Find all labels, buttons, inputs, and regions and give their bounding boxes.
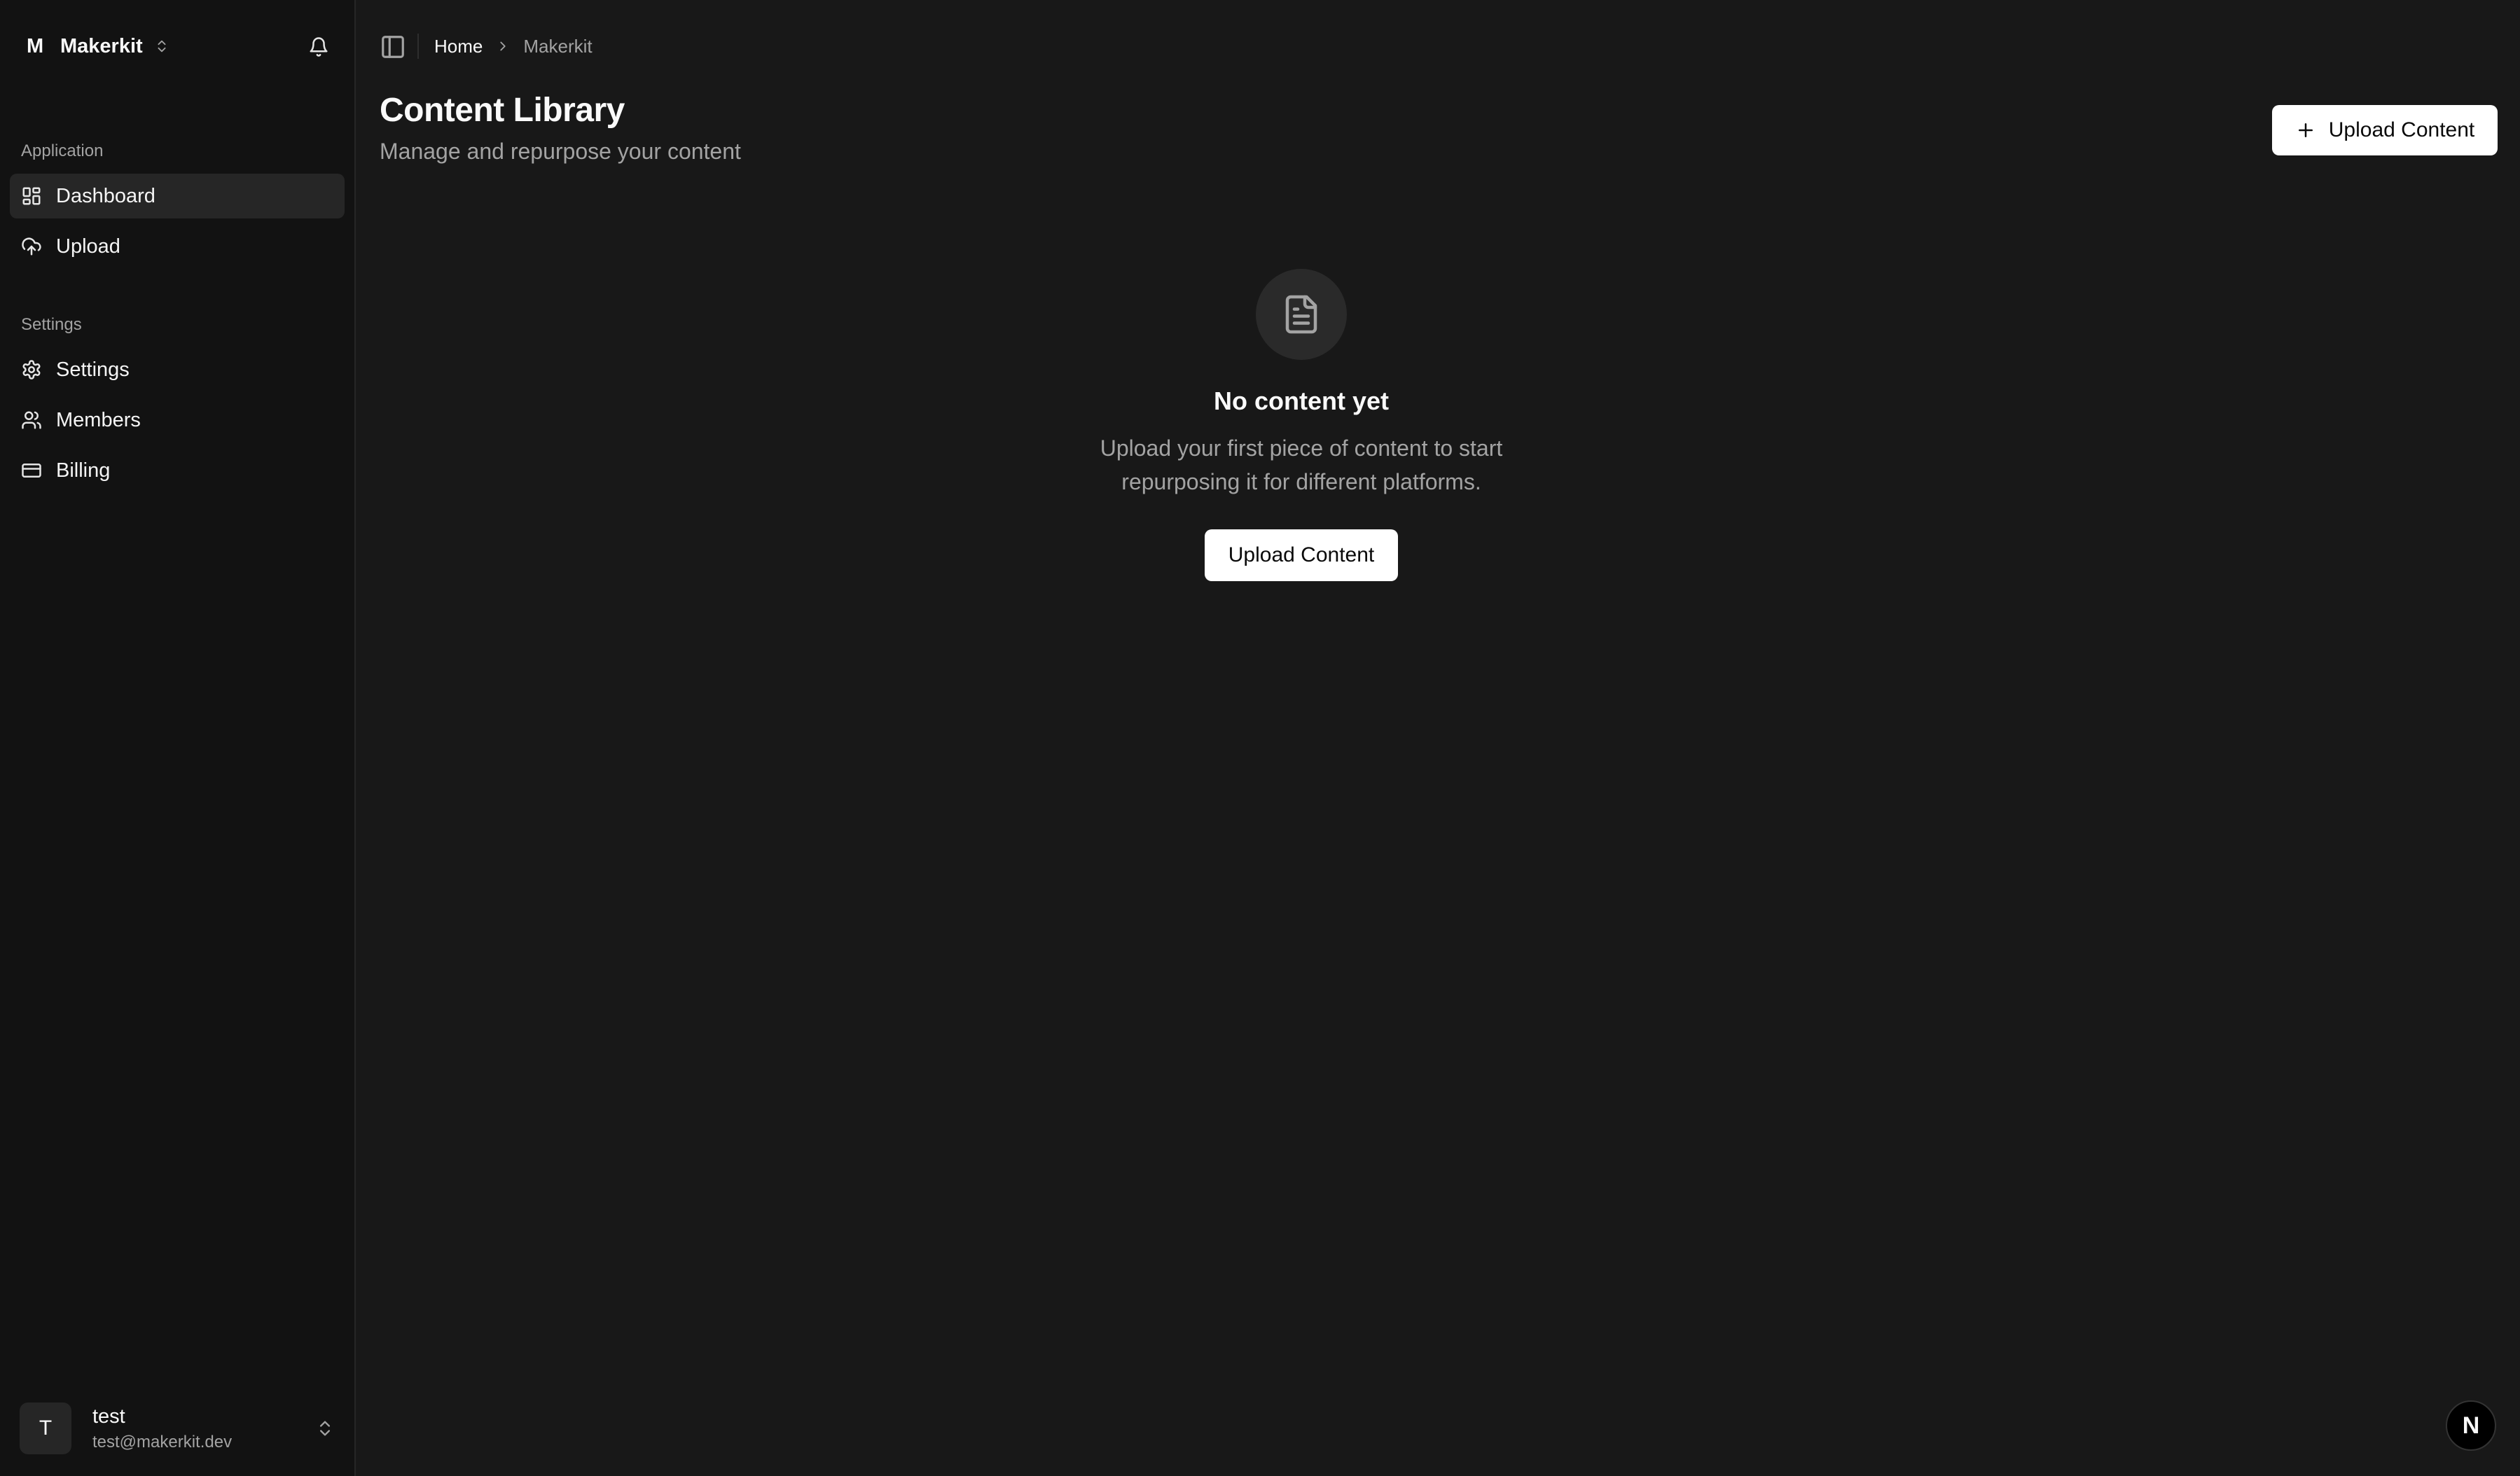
upload-content-button[interactable]: Upload Content: [2272, 105, 2498, 155]
file-text-icon: [1285, 295, 1317, 334]
notifications-button[interactable]: [304, 32, 333, 62]
chevrons-up-down-icon: [158, 40, 166, 53]
bell-icon: [310, 37, 328, 57]
sidebar-toggle-icon[interactable]: [380, 34, 406, 60]
sidebar-item-label: Upload: [56, 235, 120, 258]
upload-content-label: Upload Content: [2328, 118, 2475, 141]
sidebar-item-label: Members: [56, 408, 141, 431]
divider: [417, 34, 419, 59]
breadcrumb: Home Makerkit: [434, 32, 593, 60]
sidebar: M Makerkit Application Dashboard Upload …: [0, 0, 356, 1476]
sidebar-item-label: Settings: [56, 358, 130, 381]
empty-state: No content yet Upload your first piece o…: [986, 269, 1616, 581]
chevron-right-icon: [500, 41, 506, 51]
breadcrumb-current: Makerkit: [523, 35, 593, 57]
sidebar-item-label: Billing: [56, 459, 111, 482]
app-root: M Makerkit Application Dashboard Upload …: [0, 0, 2520, 1476]
sidebar-item-billing[interactable]: Billing: [10, 448, 345, 493]
page-title: Content Library: [380, 92, 625, 129]
empty-state-description: Upload your first piece of content to st…: [1100, 436, 1503, 494]
team-logo: M: [27, 34, 44, 57]
sidebar-item-dashboard[interactable]: Dashboard: [10, 174, 345, 218]
sidebar-item-members[interactable]: Members: [10, 398, 345, 443]
chevrons-up-down-icon: [320, 1421, 330, 1436]
empty-state-upload-button[interactable]: Upload Content: [1205, 529, 1398, 581]
team-name: Makerkit: [60, 34, 143, 57]
group-label-application: Application: [21, 141, 104, 160]
group-label-settings: Settings: [21, 315, 82, 334]
user-menu[interactable]: T test test@makerkit.dev: [20, 1400, 335, 1456]
breadcrumb-home[interactable]: Home: [434, 36, 483, 57]
page-subtitle: Manage and repurpose your content: [380, 139, 741, 164]
credit-card-icon: [22, 464, 41, 478]
main-content: Home Makerkit Content Library Manage and…: [356, 0, 2520, 1476]
dashboard-icon: [22, 187, 41, 205]
sidebar-item-upload[interactable]: Upload: [10, 224, 345, 269]
avatar: T: [20, 1402, 71, 1454]
sidebar-item-settings[interactable]: Settings: [10, 347, 345, 392]
sidebar-item-label: Dashboard: [56, 184, 155, 207]
team-switcher[interactable]: M Makerkit: [27, 31, 169, 62]
cloud-upload-icon: [22, 237, 41, 256]
empty-state-title: No content yet: [1213, 387, 1389, 415]
user-email: test@makerkit.dev: [92, 1432, 233, 1451]
user-name: test: [92, 1405, 125, 1428]
plus-icon: [2298, 123, 2313, 137]
nextjs-dev-badge[interactable]: N: [2446, 1400, 2496, 1451]
gear-icon: [22, 360, 41, 380]
empty-state-icon: [1256, 269, 1347, 360]
user-info: test test@makerkit.dev: [92, 1405, 232, 1452]
users-icon: [22, 411, 41, 429]
